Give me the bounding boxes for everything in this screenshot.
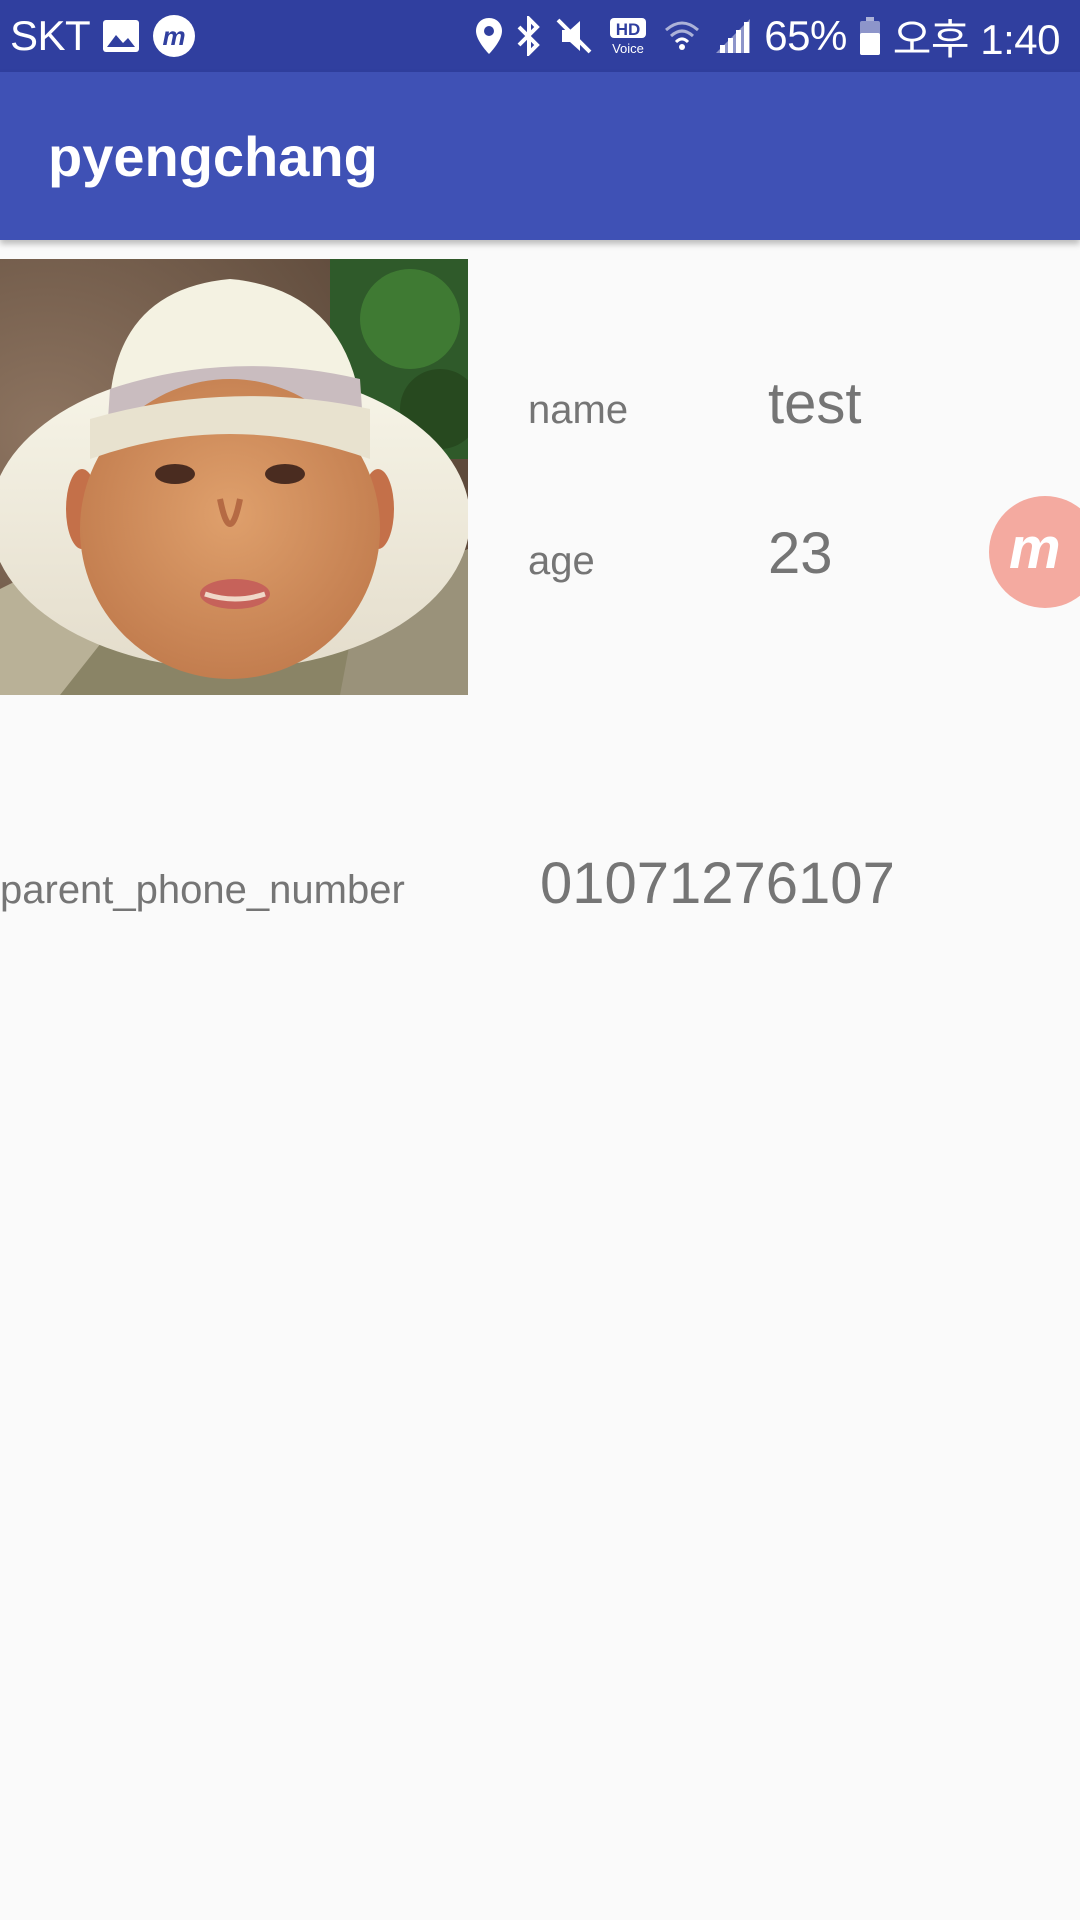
carrier-label: SKT [10,12,91,59]
status-bar-left: SKT m [10,12,196,60]
app-title: pyengchang [48,124,378,188]
image-icon [102,19,140,53]
app-bar: pyengchang [0,72,1080,240]
clock: 오후 1:40 [892,15,1061,63]
hd-voice-label: Voice [612,41,644,56]
profile-photo [0,259,468,695]
hd-voice-icon: HD Voice [606,16,650,56]
status-bar: SKT m HD Voice 65% 오후 1:40 [0,0,1080,72]
hd-badge: HD [616,20,641,39]
battery-percent: 65% [764,12,847,59]
age-label: age [528,539,595,583]
bluetooth-icon [516,16,542,56]
floating-m-bubble[interactable]: m [989,496,1080,608]
svg-text:m: m [1009,522,1061,578]
svg-text:m: m [163,21,186,51]
battery-icon [859,16,881,56]
m-app-icon: m [152,14,196,58]
wifi-icon [662,16,702,56]
name-value: test [768,371,862,436]
m-logo-icon: m [1009,516,1075,583]
name-label: name [528,388,629,432]
parent-phone-label: parent_phone_number [0,868,405,912]
mute-icon [554,16,594,56]
parent-phone-value: 01071276107 [540,851,895,916]
location-icon [474,16,504,56]
status-bar-right: HD Voice 65% 오후 1:40 [474,6,1061,67]
signal-icon [714,17,752,55]
age-value: 23 [768,521,833,586]
